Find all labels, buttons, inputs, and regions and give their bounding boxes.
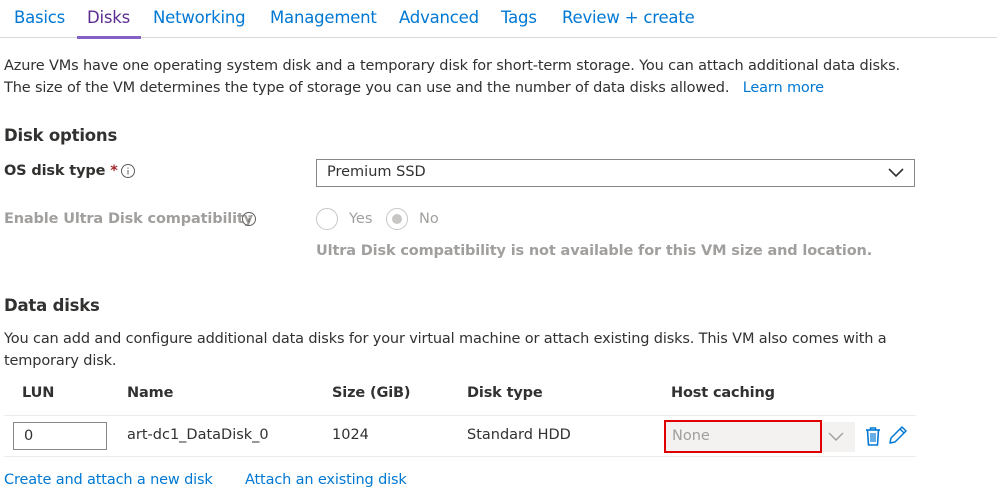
ultra-yes-radio[interactable]: [316, 208, 338, 230]
disk-type-cell: Standard HDD: [467, 427, 571, 443]
tab-bar: Basics Disks Networking Management Advan…: [0, 0, 997, 39]
ultra-yes-label: Yes: [349, 211, 373, 227]
os-disk-type-label: OS disk type *: [4, 163, 118, 179]
host-caching-value: None: [672, 428, 710, 444]
column-header-disk-type: Disk type: [467, 385, 543, 401]
os-disk-type-select[interactable]: Premium SSD: [316, 159, 915, 187]
disk-name-cell: art-dc1_DataDisk_0: [127, 427, 269, 443]
os-disk-type-value: Premium SSD: [327, 164, 426, 180]
edit-icon[interactable]: [887, 424, 909, 446]
tab-networking[interactable]: Networking: [153, 8, 246, 27]
column-header-lun: LUN: [22, 385, 55, 401]
tab-tags[interactable]: Tags: [501, 8, 537, 27]
data-disks-desc-line-1: You can add and configure additional dat…: [4, 331, 887, 347]
create-attach-new-disk-link[interactable]: Create and attach a new disk: [4, 472, 213, 488]
ultra-disk-label: Enable Ultra Disk compatibility: [4, 211, 253, 227]
info-icon[interactable]: [241, 211, 257, 227]
attach-existing-disk-link[interactable]: Attach an existing disk: [245, 472, 407, 488]
ultra-no-label: No: [419, 211, 439, 227]
data-disks-heading: Data disks: [4, 296, 100, 315]
intro-line-1: Azure VMs have one operating system disk…: [4, 58, 900, 74]
lun-input[interactable]: [13, 422, 107, 450]
column-header-host-caching: Host caching: [671, 385, 775, 401]
tab-basics[interactable]: Basics: [14, 8, 65, 27]
delete-icon[interactable]: [862, 425, 884, 447]
disk-size-cell: 1024: [332, 427, 369, 443]
tab-management[interactable]: Management: [270, 8, 377, 27]
column-header-name: Name: [127, 385, 174, 401]
tab-advanced[interactable]: Advanced: [399, 8, 479, 27]
ultra-disk-note: Ultra Disk compatibility is not availabl…: [316, 243, 873, 259]
intro-line-2-text: The size of the VM determines the type o…: [4, 80, 730, 96]
info-icon[interactable]: [120, 163, 136, 179]
chevron-down-icon: [828, 432, 844, 441]
chevron-down-icon: [888, 168, 904, 178]
host-caching-select[interactable]: None: [664, 422, 855, 452]
ultra-no-radio[interactable]: [386, 208, 408, 230]
disk-options-heading: Disk options: [4, 126, 118, 145]
column-header-size: Size (GiB): [332, 385, 411, 401]
learn-more-link[interactable]: Learn more: [743, 80, 824, 96]
tab-disks[interactable]: Disks: [76, 8, 142, 39]
tab-review-create[interactable]: Review + create: [562, 8, 695, 27]
required-marker: *: [110, 163, 118, 179]
data-disks-desc-line-2: temporary disk.: [4, 353, 117, 369]
os-disk-type-label-text: OS disk type: [4, 163, 106, 179]
intro-line-2: The size of the VM determines the type o…: [4, 80, 824, 96]
